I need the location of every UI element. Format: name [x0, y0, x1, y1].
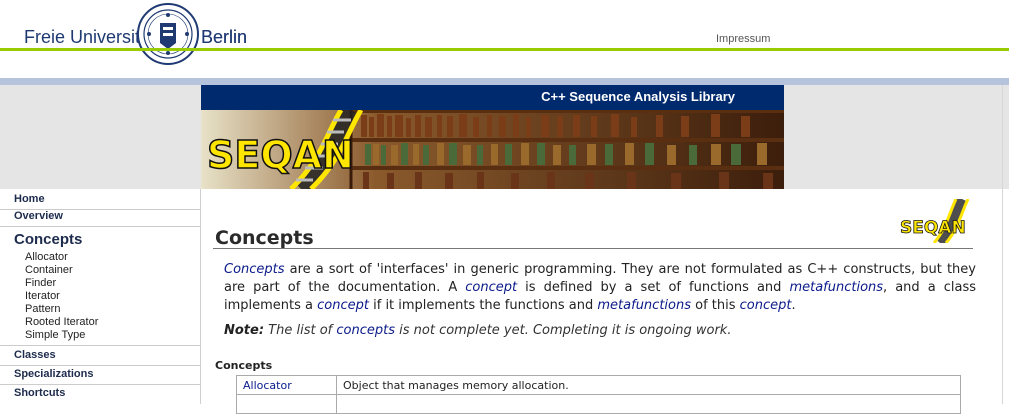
concept-link[interactable]: concept: [465, 280, 517, 295]
banner-title: C++ Sequence Analysis Library: [541, 89, 735, 104]
table-cell-desc: [336, 394, 961, 414]
seqan-small-logo: SEQAN: [900, 199, 970, 243]
intro-text: .: [791, 298, 796, 313]
table-row: Allocator Object that manages memory all…: [236, 375, 961, 395]
note-text: The list of: [264, 323, 337, 338]
sidebar-separator: [0, 226, 201, 227]
sidebar-item-shortcuts[interactable]: Shortcuts: [14, 387, 65, 399]
sidebar-item-classes[interactable]: Classes: [14, 349, 56, 361]
metafunctions-link[interactable]: metafunctions: [597, 298, 691, 313]
sidebar-subitem-rooted-iterator[interactable]: Rooted Iterator: [25, 316, 98, 328]
sidebar-item-concepts-current[interactable]: Concepts: [14, 231, 82, 248]
table-cell-desc: Object that manages memory allocation.: [336, 375, 961, 395]
sidebar-nav: Home Overview Concepts Allocator Contain…: [0, 189, 201, 404]
intro-paragraph: Concepts are a sort of 'interfaces' in g…: [224, 261, 976, 315]
banner-logo-text: SEQAN: [207, 133, 354, 177]
note-label: Note:: [224, 323, 265, 338]
sidebar-separator: [0, 384, 201, 385]
banner-library-image: SEQAN: [201, 110, 784, 189]
sidebar-item-home[interactable]: Home: [14, 193, 45, 205]
right-edge-divider: [1002, 85, 1003, 404]
intro-text: is defined by a set of functions and: [517, 280, 790, 295]
page-title: Concepts: [215, 227, 314, 249]
sidebar-item-specializations[interactable]: Specializations: [14, 368, 93, 380]
table-cell-name: [236, 394, 337, 414]
main-content: SEQAN Concepts Concepts are a sort of 'i…: [201, 189, 1002, 414]
allocator-link[interactable]: Allocator: [243, 379, 292, 392]
title-rule: [213, 248, 973, 249]
header-green-line: [0, 48, 1009, 51]
intro-text: if it implements the functions and: [368, 298, 598, 313]
sidebar-separator: [0, 365, 201, 366]
university-seal-logo[interactable]: [137, 3, 199, 65]
impressum-link[interactable]: Impressum: [716, 33, 770, 45]
concepts-table: Allocator Object that manages memory all…: [236, 375, 961, 414]
sidebar-subitem-finder[interactable]: Finder: [25, 277, 56, 289]
concepts-link[interactable]: Concepts: [224, 262, 285, 277]
university-name-left: Freie Universität: [24, 27, 156, 47]
site-header: Freie Universität Berlin Impressum: [0, 0, 1009, 78]
table-row: [236, 394, 961, 414]
sidebar-subitem-allocator[interactable]: Allocator: [25, 251, 68, 263]
concept-link[interactable]: concept: [740, 298, 792, 313]
university-name-right-overlay: Berlin: [201, 27, 248, 47]
sidebar-item-overview[interactable]: Overview: [14, 210, 63, 222]
concept-link[interactable]: concept: [317, 298, 369, 313]
note-paragraph: Note: The list of concepts is not comple…: [224, 323, 731, 338]
banner-title-bar: C++ Sequence Analysis Library: [201, 85, 784, 110]
concepts-link[interactable]: concepts: [336, 323, 395, 338]
metafunctions-link[interactable]: metafunctions: [789, 280, 883, 295]
small-logo-text: SEQAN: [900, 218, 966, 238]
note-text: is not complete yet. Completing it is on…: [395, 323, 732, 338]
intro-text: of this: [691, 298, 740, 313]
sidebar-subitem-pattern[interactable]: Pattern: [25, 303, 60, 315]
sidebar-subitem-iterator[interactable]: Iterator: [25, 290, 60, 302]
library-bookshelf-image: SEQAN: [201, 110, 784, 189]
sidebar-subitem-container[interactable]: Container: [25, 264, 73, 276]
sidebar-separator: [0, 345, 201, 346]
concepts-section-heading: Concepts: [215, 359, 273, 372]
table-cell-name: Allocator: [236, 375, 337, 395]
header-blue-line: [0, 78, 1009, 85]
sidebar-subitem-simple-type[interactable]: Simple Type: [25, 329, 85, 341]
